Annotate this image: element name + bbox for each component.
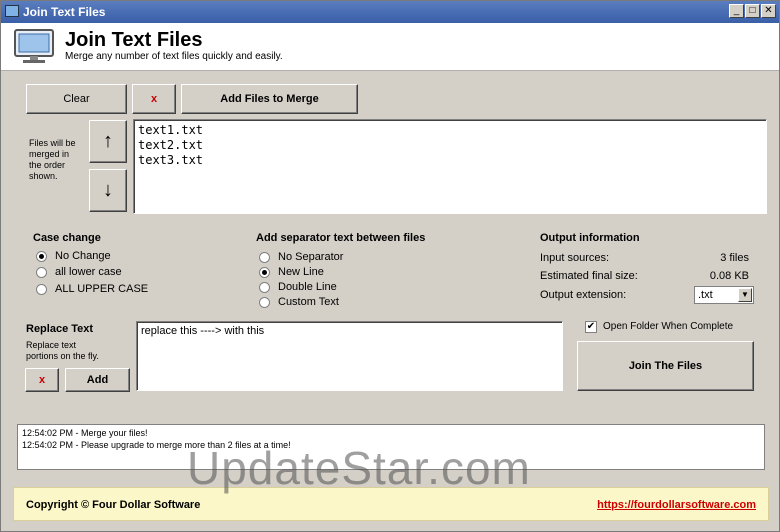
final-size-label: Estimated final size:	[540, 270, 638, 282]
minimize-button[interactable]: _	[729, 4, 744, 18]
move-down-button[interactable]: ↓	[89, 169, 127, 212]
title-bar[interactable]: Join Text Files _ □ ✕	[1, 1, 779, 23]
maximize-button[interactable]: □	[745, 4, 760, 18]
app-subtitle: Merge any number of text files quickly a…	[65, 51, 283, 62]
log-line: 12:54:02 PM - Please upgrade to merge mo…	[22, 440, 291, 450]
app-window: Join Text Files _ □ ✕ Join Text Files Me…	[0, 0, 780, 532]
log-line: 12:54:02 PM - Merge your files!	[22, 428, 148, 438]
join-files-button[interactable]: Join The Files	[577, 341, 754, 391]
add-files-button[interactable]: Add Files to Merge	[181, 84, 358, 114]
monitor-icon	[14, 29, 54, 63]
list-item[interactable]: text1.txt	[138, 123, 762, 138]
case-option-no-change[interactable]: No Change	[36, 250, 111, 262]
list-item[interactable]: text3.txt	[138, 153, 762, 168]
clear-button[interactable]: Clear	[26, 84, 127, 114]
separator-title: Add separator text between files	[256, 232, 426, 244]
remove-file-button[interactable]: x	[132, 84, 176, 114]
case-option-upper[interactable]: ALL UPPER CASE	[36, 283, 148, 295]
radio-icon[interactable]	[259, 296, 270, 308]
app-icon	[5, 5, 19, 17]
separator-option-custom[interactable]: Custom Text	[259, 296, 339, 308]
remove-replace-button[interactable]: x	[25, 368, 59, 392]
replace-text-note: Replace text portions on the fly.	[26, 340, 99, 361]
radio-icon[interactable]	[36, 283, 47, 295]
header-banner: Join Text Files Merge any number of text…	[1, 23, 779, 71]
radio-icon[interactable]	[259, 281, 270, 293]
copyright-text: Copyright © Four Dollar Software	[26, 499, 201, 511]
log-output[interactable]: 12:54:02 PM - Merge your files! 12:54:02…	[17, 424, 765, 470]
final-size-value: 0.08 KB	[709, 270, 749, 282]
output-extension-select[interactable]: .txt ▼	[694, 286, 754, 304]
close-button[interactable]: ✕	[761, 4, 776, 18]
file-list[interactable]: text1.txt text2.txt text3.txt	[133, 119, 767, 214]
input-sources-label: Input sources:	[540, 252, 610, 264]
radio-icon[interactable]	[259, 251, 270, 263]
separator-option-new-line[interactable]: New Line	[259, 266, 324, 278]
case-change-title: Case change	[33, 232, 101, 244]
radio-icon[interactable]	[36, 266, 47, 278]
replace-text-field[interactable]: replace this ----> with this	[136, 321, 563, 391]
order-note: Files will be merged in the order shown.	[29, 138, 76, 181]
open-folder-checkbox[interactable]: ✔	[585, 321, 597, 333]
chevron-down-icon[interactable]: ▼	[738, 288, 752, 302]
open-folder-label: Open Folder When Complete	[603, 321, 734, 332]
move-up-button[interactable]: ↑	[89, 120, 127, 163]
add-replace-button[interactable]: Add	[65, 368, 130, 392]
separator-option-double-line[interactable]: Double Line	[259, 281, 337, 293]
replace-text-title: Replace Text	[26, 323, 94, 335]
case-option-lower[interactable]: all lower case	[36, 266, 122, 278]
window-title: Join Text Files	[23, 5, 106, 19]
list-item[interactable]: text2.txt	[138, 138, 762, 153]
app-title: Join Text Files	[65, 29, 203, 51]
separator-option-none[interactable]: No Separator	[259, 251, 343, 263]
website-link[interactable]: https://fourdollarsoftware.com	[597, 499, 756, 511]
arrow-up-icon: ↑	[103, 130, 113, 152]
output-extension-label: Output extension:	[540, 289, 627, 301]
radio-selected-icon[interactable]	[259, 266, 270, 278]
arrow-down-icon: ↓	[103, 179, 113, 201]
radio-selected-icon[interactable]	[36, 250, 47, 262]
input-sources-value: 3 files	[720, 252, 749, 264]
footer-bar: Copyright © Four Dollar Software https:/…	[13, 487, 769, 521]
output-info-title: Output information	[540, 232, 640, 244]
